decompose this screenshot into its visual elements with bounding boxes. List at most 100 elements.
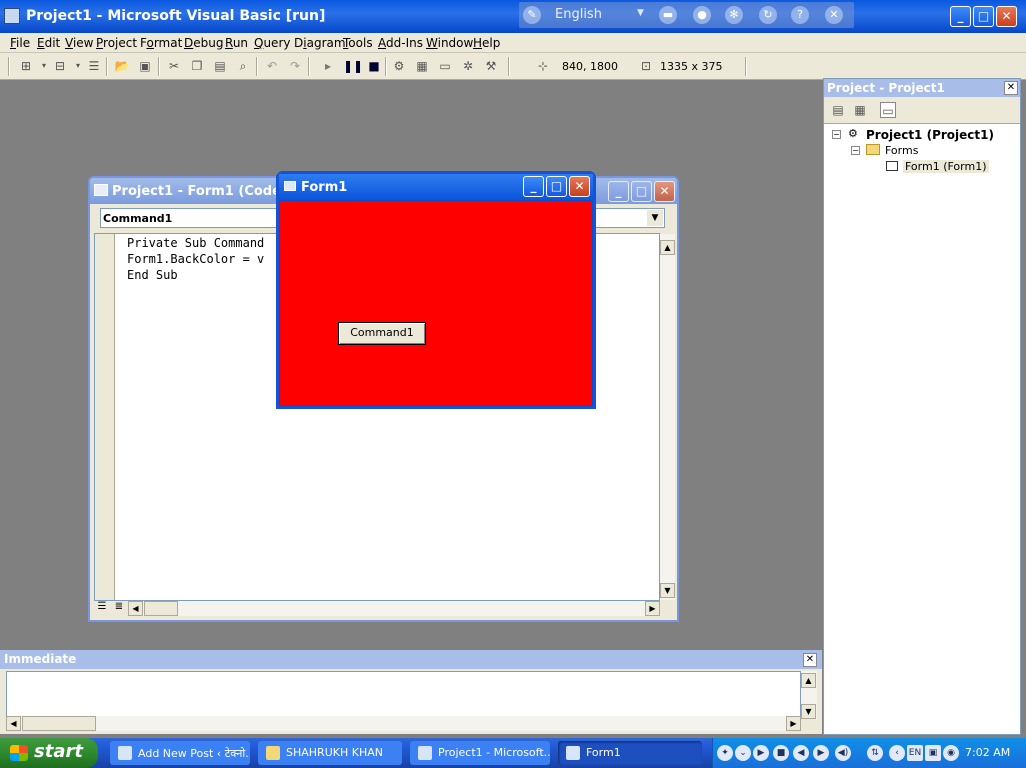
quick-launch-icon[interactable]: ✦	[717, 745, 733, 761]
scroll-thumb[interactable]	[144, 601, 178, 616]
command1-button[interactable]: Command1	[338, 322, 426, 345]
margin-indicator-bar[interactable]	[95, 234, 115, 600]
gear-icon[interactable]: ✻	[725, 6, 743, 24]
scroll-thumb[interactable]	[22, 716, 96, 731]
menu-tools[interactable]: Tools	[343, 36, 373, 50]
language-bar[interactable]: ✎ English ▼ ▬ ● ✻ ↻ ? ✕	[519, 2, 854, 28]
security-icon[interactable]: ◉	[943, 745, 959, 761]
menu-help[interactable]: Help	[473, 36, 500, 50]
close-button[interactable]: ✕	[1004, 81, 1018, 95]
menu-edit[interactable]: Edit	[37, 36, 60, 50]
form1-titlebar[interactable]: Form1 _ □ ✕	[279, 174, 593, 200]
task-add-new-post[interactable]: Add New Post ‹ टेक्नो...	[110, 741, 250, 765]
cut-icon[interactable]: ✂	[166, 58, 182, 74]
minimize-button[interactable]: _	[523, 176, 544, 197]
menu-run[interactable]: Run	[225, 36, 248, 50]
scroll-left-button[interactable]: ◀	[128, 601, 143, 616]
tree-project-node[interactable]: Project1 (Project1)	[866, 128, 994, 142]
copy-icon[interactable]: ❐	[189, 58, 205, 74]
view-object-icon[interactable]: ▦	[852, 102, 868, 118]
pen-icon[interactable]: ✎	[523, 6, 541, 24]
close-button[interactable]: ✕	[996, 6, 1017, 27]
add-project-icon[interactable]: ⊞	[18, 58, 34, 74]
menu-debug[interactable]: Debug	[184, 36, 223, 50]
stop-icon[interactable]: ■	[773, 745, 789, 761]
add-form-icon[interactable]: ⊟	[52, 58, 68, 74]
menu-add-ins[interactable]: Add-Ins	[378, 36, 423, 50]
scroll-up-button[interactable]: ▲	[801, 673, 816, 688]
chevron-down-icon[interactable]: ▼	[647, 210, 663, 226]
media-options-icon[interactable]: ⇅	[867, 745, 883, 761]
minimize-button[interactable]: _	[950, 6, 971, 27]
scroll-up-button[interactable]: ▲	[660, 240, 675, 255]
start-button[interactable]: start	[0, 738, 98, 768]
project-explorer[interactable]: Project - Project1 ✕ ▤ ▦ ▭ − ⚙ Project1 …	[823, 78, 1021, 735]
form1-client-area[interactable]: Command1	[280, 201, 592, 405]
properties-window-icon[interactable]: ▦	[414, 58, 430, 74]
menu-project[interactable]: Project	[96, 36, 137, 50]
play-icon[interactable]: ▶	[753, 745, 769, 761]
close-button[interactable]: ✕	[803, 653, 817, 667]
clock[interactable]: 7:02 AM	[965, 746, 1010, 759]
task-project1[interactable]: Project1 - Microsoft...	[410, 741, 550, 765]
code-line[interactable]: End Sub	[127, 268, 178, 282]
full-module-view-icon[interactable]: ≣	[111, 601, 127, 616]
chevron-down-icon[interactable]: ▼	[637, 8, 644, 18]
tree-forms-folder[interactable]: Forms	[885, 144, 918, 157]
save-icon[interactable]: ▣	[137, 58, 153, 74]
open-folder-icon[interactable]: 📂	[114, 58, 130, 74]
form1-window[interactable]: Form1 _ □ ✕ Command1	[276, 171, 596, 409]
toolbox-icon[interactable]: ⚒	[483, 58, 499, 74]
stop-icon[interactable]: ■	[366, 58, 382, 74]
vb-app-icon[interactable]	[4, 8, 20, 24]
object-browser-icon[interactable]: ✲	[460, 58, 476, 74]
keyboard-icon[interactable]: ▬	[659, 6, 677, 24]
toolbar-grip[interactable]	[8, 57, 10, 76]
minimize-button[interactable]: _	[608, 181, 629, 202]
toggle-folders-icon[interactable]: ▭	[880, 102, 896, 118]
undo-icon[interactable]: ↶	[264, 58, 280, 74]
redo-icon[interactable]: ↷	[287, 58, 303, 74]
collapse-icon[interactable]: −	[832, 130, 841, 139]
view-code-icon[interactable]: ▤	[830, 102, 846, 118]
horizontal-scrollbar[interactable]: ◀ ▶	[6, 716, 801, 731]
task-form1[interactable]: Form1	[558, 741, 702, 765]
maximize-button[interactable]: □	[973, 6, 994, 27]
close-icon[interactable]: ✕	[825, 6, 843, 24]
close-button[interactable]: ✕	[569, 176, 590, 197]
form-layout-icon[interactable]: ▭	[437, 58, 453, 74]
close-button[interactable]: ✕	[654, 181, 675, 202]
scroll-down-button[interactable]: ▼	[801, 704, 816, 719]
menu-window[interactable]: Window	[426, 36, 473, 50]
help-icon[interactable]: ?	[791, 6, 809, 24]
menu-format[interactable]: Format	[140, 36, 182, 50]
menu-diagram[interactable]: Diagram	[294, 36, 346, 50]
volume-icon[interactable]: ◀)	[835, 745, 851, 761]
network-icon[interactable]: ▣	[925, 745, 941, 761]
maximize-button[interactable]: □	[631, 181, 652, 202]
project-explorer-icon[interactable]: ⚙	[391, 58, 407, 74]
scroll-left-button[interactable]: ◀	[6, 716, 21, 731]
mouse-icon[interactable]: ●	[693, 6, 711, 24]
paste-icon[interactable]: ▤	[212, 58, 228, 74]
next-icon[interactable]: ▶	[813, 745, 829, 761]
language-indicator-icon[interactable]: EN	[907, 745, 923, 761]
chevron-down-icon[interactable]: ▾	[36, 58, 52, 74]
menu-view[interactable]: View	[65, 36, 93, 50]
procedure-view-icon[interactable]: ☰	[94, 601, 110, 616]
title-bar[interactable]: Project1 - Microsoft Visual Basic [run] …	[0, 0, 1026, 33]
chevron-down-icon[interactable]: ▾	[70, 58, 86, 74]
collapse-icon[interactable]: −	[851, 146, 860, 155]
show-hidden-icons-icon[interactable]: ‹	[889, 745, 905, 761]
menu-query[interactable]: Query	[254, 36, 290, 50]
start-icon[interactable]: ▸	[320, 58, 336, 74]
scroll-right-button[interactable]: ▶	[786, 716, 801, 731]
code-line[interactable]: Private Sub Command	[127, 236, 264, 250]
vertical-scrollbar[interactable]: ▲ ▼	[660, 234, 675, 600]
scroll-down-button[interactable]: ▼	[660, 583, 675, 598]
menu-editor-icon[interactable]: ☰	[86, 58, 102, 74]
code-line[interactable]: Form1.BackColor = v	[127, 252, 264, 266]
refresh-icon[interactable]: ↻	[759, 6, 777, 24]
chevron-down-icon[interactable]: ⌄	[735, 745, 751, 761]
vertical-scrollbar[interactable]: ▲ ▼	[801, 671, 817, 719]
